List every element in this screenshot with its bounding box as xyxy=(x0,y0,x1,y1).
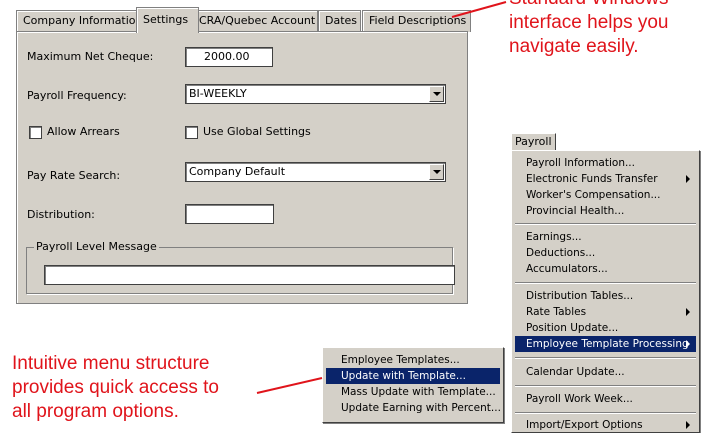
callout-pointer-lines xyxy=(256,1,507,394)
pointer-line-bottom xyxy=(256,377,323,394)
pointer-line-top xyxy=(451,1,507,18)
